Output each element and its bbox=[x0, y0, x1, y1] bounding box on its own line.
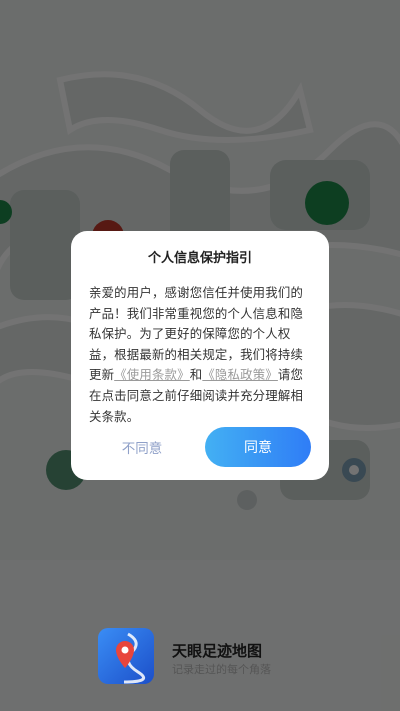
privacy-dialog: 个人信息保护指引 亲爱的用户，感谢您信任并使用我们的产品！我们非常重视您的个人信… bbox=[71, 231, 329, 480]
map-pin-icon bbox=[98, 628, 154, 684]
privacy-policy-link[interactable]: 《隐私政策》 bbox=[202, 367, 278, 382]
dialog-title: 个人信息保护指引 bbox=[147, 251, 252, 266]
disagree-button[interactable]: 不同意 bbox=[101, 427, 183, 467]
app-slogan: 记录走过的每个角落 bbox=[172, 663, 271, 676]
splash-branding: 天眼足迹地图 记录走过的每个角落 bbox=[98, 628, 338, 688]
agree-button[interactable]: 同意 bbox=[205, 427, 311, 467]
app-icon bbox=[98, 628, 154, 684]
dialog-body: 亲爱的用户，感谢您信任并使用我们的产品！我们非常重视您的个人信息和隐私保护。为了… bbox=[89, 283, 313, 427]
app-name: 天眼足迹地图 bbox=[172, 642, 263, 660]
terms-link[interactable]: 《使用条款》 bbox=[114, 367, 190, 382]
body-text-and: 和 bbox=[189, 367, 203, 383]
